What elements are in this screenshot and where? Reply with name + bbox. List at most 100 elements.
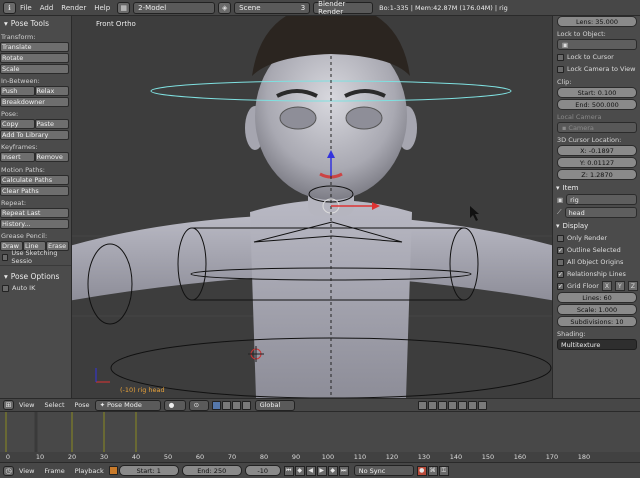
item-panel-header[interactable]: ▾ Item: [553, 182, 640, 194]
display-panel-header[interactable]: ▾ Display: [553, 220, 640, 232]
transform-orientation-select[interactable]: Global: [254, 399, 295, 411]
tick-label: 90: [291, 453, 301, 461]
menu-view[interactable]: View: [14, 401, 39, 409]
axis-x-toggle[interactable]: X: [601, 281, 612, 291]
axis-y-toggle[interactable]: Y: [614, 281, 625, 291]
layer-button-icon[interactable]: [427, 400, 437, 410]
rotate-button[interactable]: Rotate: [0, 53, 69, 63]
keying-set-icon[interactable]: ⌘: [427, 465, 438, 476]
grid-floor-checkbox[interactable]: [557, 282, 564, 290]
viewport-shading-select[interactable]: ●: [163, 399, 186, 411]
scale-manipulator-icon[interactable]: [241, 400, 251, 410]
auto-ik-checkbox[interactable]: Auto IK: [0, 283, 71, 293]
item-object-field[interactable]: ▣ rig: [557, 194, 637, 205]
cursor-y-field[interactable]: Y: 0.01127: [557, 157, 637, 168]
menu-help[interactable]: Help: [90, 4, 114, 12]
editor-type-icon[interactable]: ⊞: [3, 400, 14, 410]
pose-tools-header[interactable]: ▾ Pose Tools: [0, 16, 71, 30]
translate-button[interactable]: Translate: [0, 42, 69, 52]
manipulator-toggle-icon[interactable]: [211, 400, 221, 410]
active-object-label: (-10) rig head: [120, 386, 165, 394]
grid-lines-field[interactable]: Lines: 60: [557, 292, 637, 303]
tick-label: 30: [99, 453, 109, 461]
outline-selected-checkbox[interactable]: Outline Selected: [553, 244, 640, 256]
layer-button-icon[interactable]: [437, 400, 447, 410]
prev-keyframe-icon[interactable]: ◆: [294, 465, 305, 476]
menu-view[interactable]: View: [14, 467, 39, 475]
timeline-header: ◷ View Frame Playback Start: 1 End: 250 …: [0, 462, 640, 478]
preview-range-icon[interactable]: [108, 466, 118, 475]
play-icon[interactable]: ▶: [316, 465, 327, 476]
paste-pose-button[interactable]: Paste: [34, 119, 69, 129]
clip-start-field[interactable]: Start: 0.100: [557, 87, 637, 98]
menu-select[interactable]: Select: [39, 401, 69, 409]
editor-type-icon[interactable]: ◷: [3, 465, 14, 476]
lens-field[interactable]: Lens: 35.000: [557, 16, 637, 27]
rotate-manipulator-icon[interactable]: [231, 400, 241, 410]
timeline-editor[interactable]: 0 10 20 30 40 50 60 70 80 90 100 110 120…: [0, 412, 640, 462]
breakdowner-button[interactable]: Breakdowner: [0, 97, 69, 107]
menu-add[interactable]: Add: [36, 4, 58, 12]
translate-manipulator-icon[interactable]: [221, 400, 231, 410]
menu-pose[interactable]: Pose: [70, 401, 95, 409]
end-frame-field[interactable]: End: 250: [181, 465, 242, 476]
shading-mode-select[interactable]: Multitexture: [557, 339, 637, 350]
pivot-point-select[interactable]: ⊙: [188, 399, 209, 411]
grid-floor-label: Grid Floor: [567, 282, 599, 290]
axis-z-toggle[interactable]: Z: [627, 281, 638, 291]
repeat-last-button[interactable]: Repeat Last: [0, 208, 69, 218]
lock-icon[interactable]: [457, 400, 467, 410]
history-button[interactable]: History...: [0, 219, 69, 229]
tick-label: 170: [545, 453, 559, 461]
3d-viewport[interactable]: Front Ortho (-10) rig head: [72, 16, 552, 398]
item-bone-field[interactable]: ⟋ head: [557, 207, 637, 218]
sync-mode-select[interactable]: No Sync: [353, 465, 414, 476]
jump-start-icon[interactable]: ⏮: [283, 465, 294, 476]
jump-end-icon[interactable]: ⏭: [338, 465, 349, 476]
cursor-x-field[interactable]: X: -0.1897: [557, 145, 637, 156]
timeline-ruler[interactable]: 0 10 20 30 40 50 60 70 80 90 100 110 120…: [0, 452, 640, 462]
lock-to-cursor-checkbox[interactable]: Lock to Cursor: [553, 51, 640, 63]
editor-type-icon[interactable]: ℹ: [3, 1, 16, 14]
next-keyframe-icon[interactable]: ◆: [327, 465, 338, 476]
menu-file[interactable]: File: [16, 4, 36, 12]
play-reverse-icon[interactable]: ◀: [305, 465, 316, 476]
insert-keyframe-button[interactable]: Insert: [0, 152, 35, 162]
calculate-paths-button[interactable]: Calculate Paths: [0, 175, 69, 185]
use-sketching-checkbox[interactable]: Use Sketching Sessio: [0, 249, 71, 265]
clear-paths-button[interactable]: Clear Paths: [0, 186, 69, 196]
grid-scale-field[interactable]: Scale: 1.000: [557, 304, 637, 315]
cursor-z-field[interactable]: Z: 1.2870: [557, 169, 637, 180]
relationship-lines-checkbox[interactable]: Relationship Lines: [553, 268, 640, 280]
render-engine-select[interactable]: Blender Render: [313, 0, 374, 16]
menu-frame[interactable]: Frame: [39, 467, 69, 475]
grid-subdivisions-field[interactable]: Subdivisions: 10: [557, 316, 637, 327]
copy-pose-button[interactable]: Copy: [0, 119, 35, 129]
scale-button[interactable]: Scale: [0, 64, 69, 74]
lock-camera-to-view-checkbox[interactable]: Lock Camera to View: [553, 63, 640, 75]
push-button[interactable]: Push: [0, 86, 35, 96]
screen-layout-select[interactable]: 2-Model: [133, 1, 216, 14]
relax-button[interactable]: Relax: [34, 86, 69, 96]
scene-icon[interactable]: ◈: [218, 1, 232, 14]
lock-object-field[interactable]: ▣: [557, 39, 637, 50]
layer-button-icon[interactable]: [447, 400, 457, 410]
magnet-icon[interactable]: [467, 400, 477, 410]
all-object-origins-checkbox[interactable]: All Object Origins: [553, 256, 640, 268]
record-keyframe-icon[interactable]: ●: [416, 465, 427, 476]
camera-icon[interactable]: [477, 400, 487, 410]
start-frame-field[interactable]: Start: 1: [118, 465, 179, 476]
remove-keyframe-button[interactable]: Remove: [34, 152, 69, 162]
layout-grid-icon[interactable]: ▦: [117, 1, 131, 14]
current-frame-field[interactable]: -10: [244, 465, 281, 476]
pose-options-header[interactable]: ▾ Pose Options: [0, 269, 71, 283]
layer-button-icon[interactable]: [417, 400, 427, 410]
only-render-checkbox[interactable]: Only Render: [553, 232, 640, 244]
scene-select[interactable]: Scene 3: [234, 1, 311, 14]
mode-select[interactable]: ✦ Pose Mode: [94, 399, 161, 411]
menu-playback[interactable]: Playback: [70, 467, 109, 475]
add-to-library-button[interactable]: Add To Library: [0, 130, 69, 140]
menu-render[interactable]: Render: [57, 4, 90, 12]
clip-end-field[interactable]: End: 500.000: [557, 99, 637, 110]
key-insert-icon[interactable]: ⚿: [438, 465, 449, 476]
